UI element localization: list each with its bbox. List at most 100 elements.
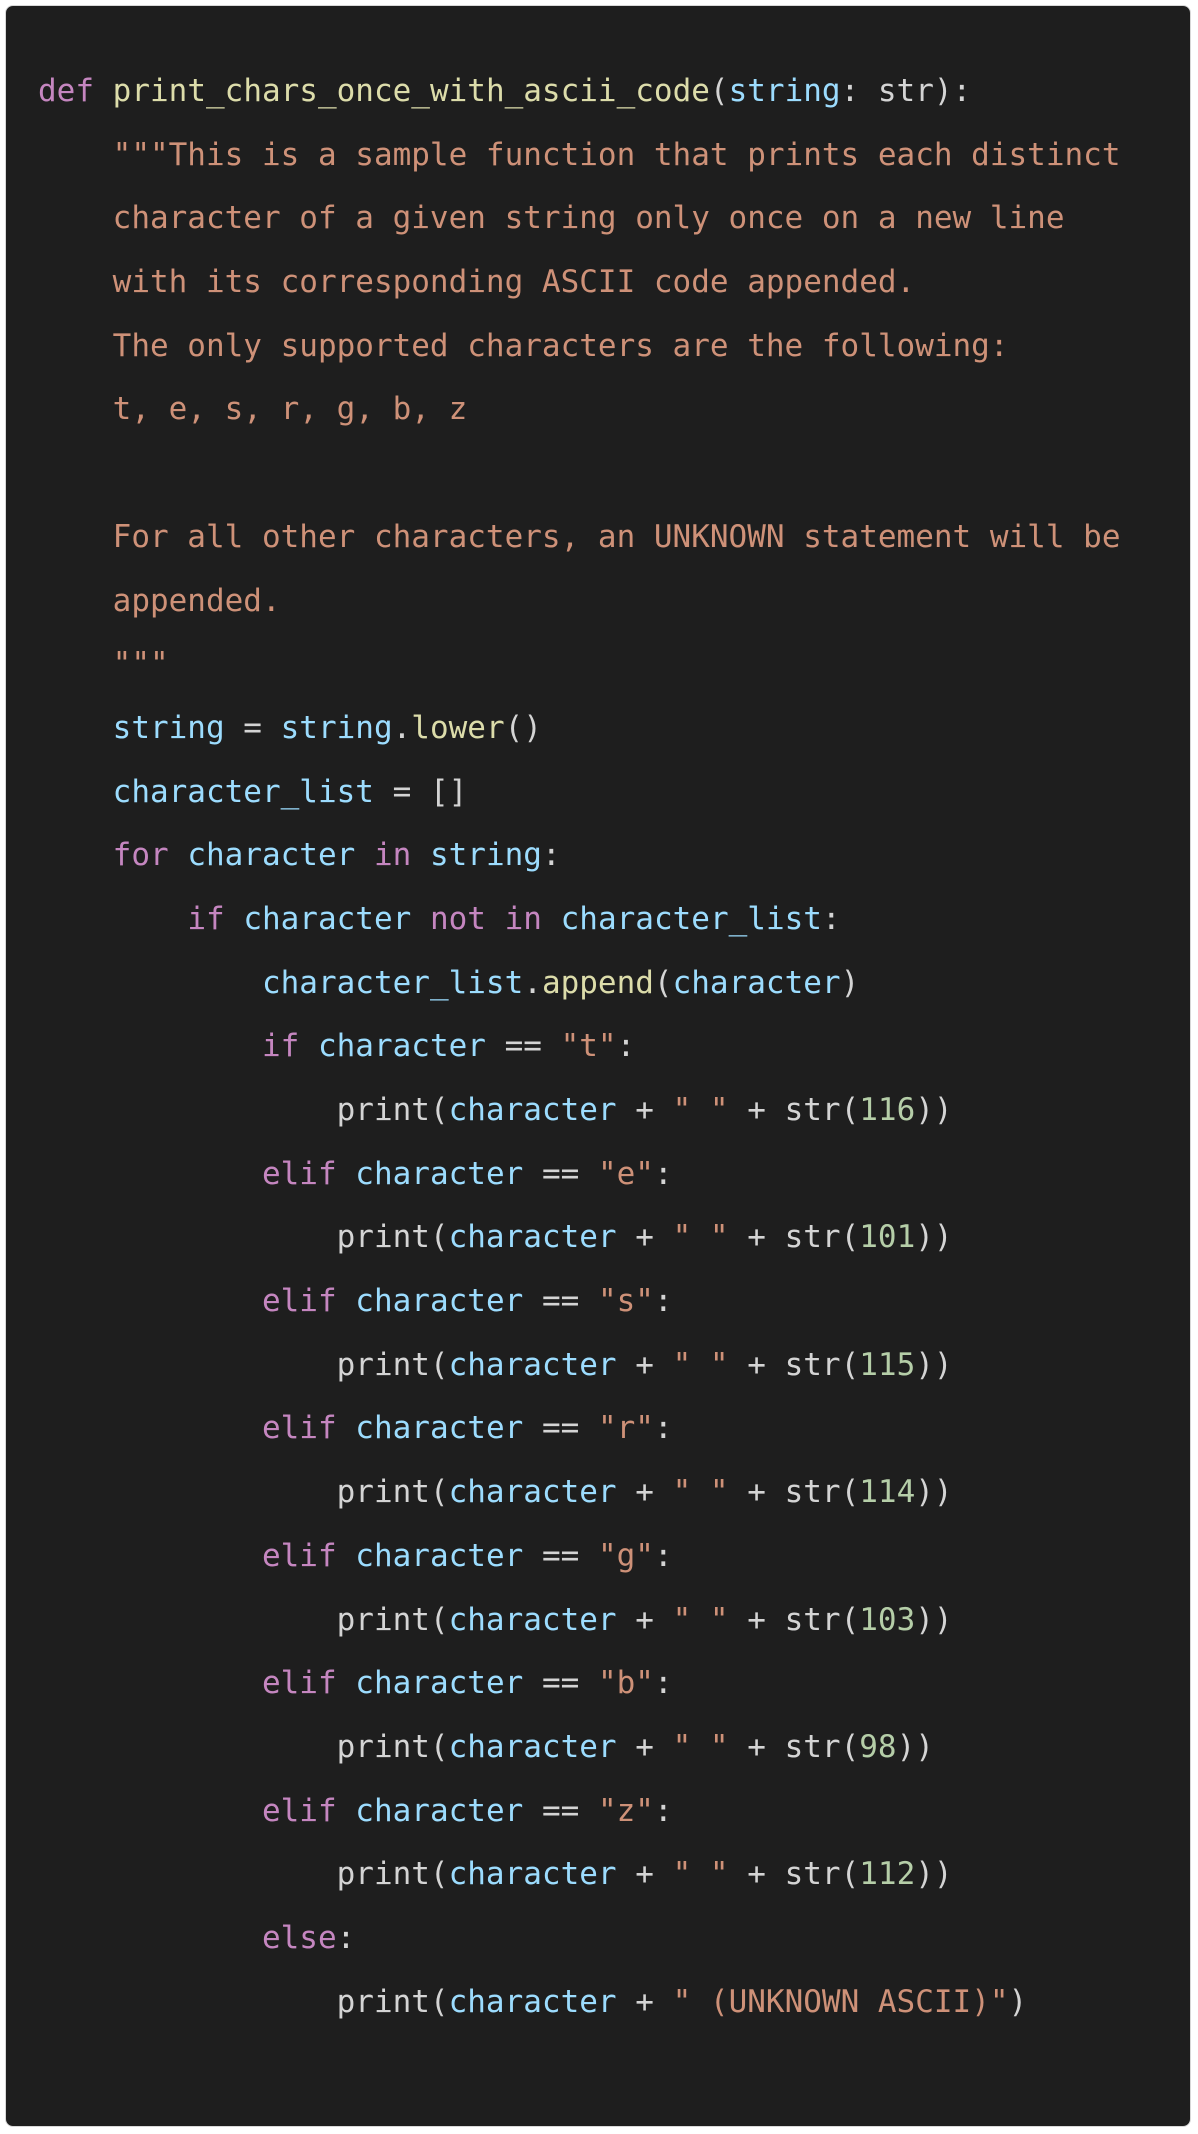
code-token: "e" <box>597 1155 654 1192</box>
code-line: t, e, s, r, g, b, z <box>38 378 1121 442</box>
code-token: + <box>616 1474 673 1511</box>
code-line: print(character + " " + str(115)) <box>38 1334 1121 1398</box>
code-line: print(character + " " + str(101)) <box>38 1206 1121 1270</box>
code-token: character <box>355 1283 524 1320</box>
code-token: )) <box>915 1346 953 1383</box>
code-token: )) <box>915 1219 953 1256</box>
code-token: 114 <box>859 1474 916 1511</box>
code-token: 116 <box>859 1092 916 1128</box>
code-line: elif character == "z": <box>38 1780 1121 1844</box>
code-token: character <box>448 1474 617 1511</box>
code-token: + <box>616 1601 673 1638</box>
code-line: """This is a sample function that prints… <box>38 124 1121 188</box>
code-token: "g" <box>597 1537 654 1574</box>
code-token: "r" <box>597 1410 654 1447</box>
code-token: + str( <box>728 1219 860 1256</box>
code-token: print( <box>38 1219 449 1256</box>
code-token: character <box>448 1346 617 1383</box>
code-token: + <box>616 1346 673 1383</box>
code-token: elif <box>261 1792 337 1829</box>
code-token: if <box>187 900 225 937</box>
code-token: ( <box>653 964 673 1001</box>
code-token: " " <box>672 1346 729 1383</box>
code-token: "z" <box>597 1792 654 1829</box>
code-token: character <box>187 837 356 874</box>
code-block: def print_chars_once_with_ascii_code(str… <box>38 60 1121 2034</box>
code-token: : <box>653 1792 673 1829</box>
code-line: with its corresponding ASCII code append… <box>38 251 1121 315</box>
code-line: else: <box>38 1907 1121 1971</box>
code-line: appended. <box>38 570 1121 634</box>
code-token: "b" <box>597 1665 654 1702</box>
code-token: lower <box>411 709 505 746</box>
code-token: character of a given string only once on… <box>38 200 1065 237</box>
code-token: "s" <box>597 1283 654 1320</box>
code-token: : <box>653 1283 673 1320</box>
code-token: character <box>355 1665 524 1702</box>
code-line: print(character + " (UNKNOWN ASCII)") <box>38 1971 1121 2035</box>
code-line: print(character + " " + str(103)) <box>38 1589 1121 1653</box>
code-token: elif <box>261 1155 337 1192</box>
code-token: " " <box>672 1474 729 1511</box>
code-line: print(character + " " + str(116)) <box>38 1079 1121 1143</box>
code-token: else <box>261 1919 337 1956</box>
code-token: character <box>448 1092 617 1128</box>
code-token: + str( <box>728 1346 860 1383</box>
code-token: print( <box>38 1601 449 1638</box>
code-token: The only supported characters are the fo… <box>38 327 1009 364</box>
code-token: character <box>448 1601 617 1638</box>
code-token: character <box>317 1028 486 1065</box>
code-token: character_list <box>112 773 374 810</box>
code-token: + <box>616 1856 673 1893</box>
code-line: print(character + " " + str(98)) <box>38 1716 1121 1780</box>
code-token: 103 <box>859 1601 916 1638</box>
code-token: == <box>485 1028 561 1065</box>
code-token: character <box>448 1728 617 1765</box>
code-line: if character == "t": <box>38 1015 1121 1079</box>
code-token: in <box>373 837 412 874</box>
code-token: For all other characters, an UNKNOWN sta… <box>38 518 1121 555</box>
code-token: : str): <box>840 73 972 109</box>
code-token: print( <box>38 1092 449 1128</box>
code-token: ( <box>709 73 729 109</box>
code-token: character <box>355 1537 524 1574</box>
code-token: ) <box>1008 1983 1028 2020</box>
code-token: == <box>523 1792 598 1829</box>
code-token: = [] <box>373 773 468 810</box>
code-token: character <box>448 1856 617 1893</box>
code-token: " " <box>672 1219 729 1256</box>
code-token: character <box>355 1410 524 1447</box>
code-token: + str( <box>728 1601 860 1638</box>
code-line: print(character + " " + str(112)) <box>38 1843 1121 1907</box>
code-token: append <box>541 964 654 1001</box>
code-line: elif character == "b": <box>38 1652 1121 1716</box>
code-line: string = string.lower() <box>38 697 1121 761</box>
code-token: )) <box>896 1728 934 1765</box>
code-token: + str( <box>728 1728 860 1765</box>
code-token: + str( <box>728 1474 860 1511</box>
code-token: == <box>523 1410 598 1447</box>
code-token: appended. <box>38 582 281 619</box>
code-token: def <box>38 73 94 109</box>
code-token: print( <box>38 1728 449 1765</box>
code-token: elif <box>261 1410 337 1447</box>
code-token: () <box>504 709 542 746</box>
code-token: : <box>653 1155 673 1192</box>
